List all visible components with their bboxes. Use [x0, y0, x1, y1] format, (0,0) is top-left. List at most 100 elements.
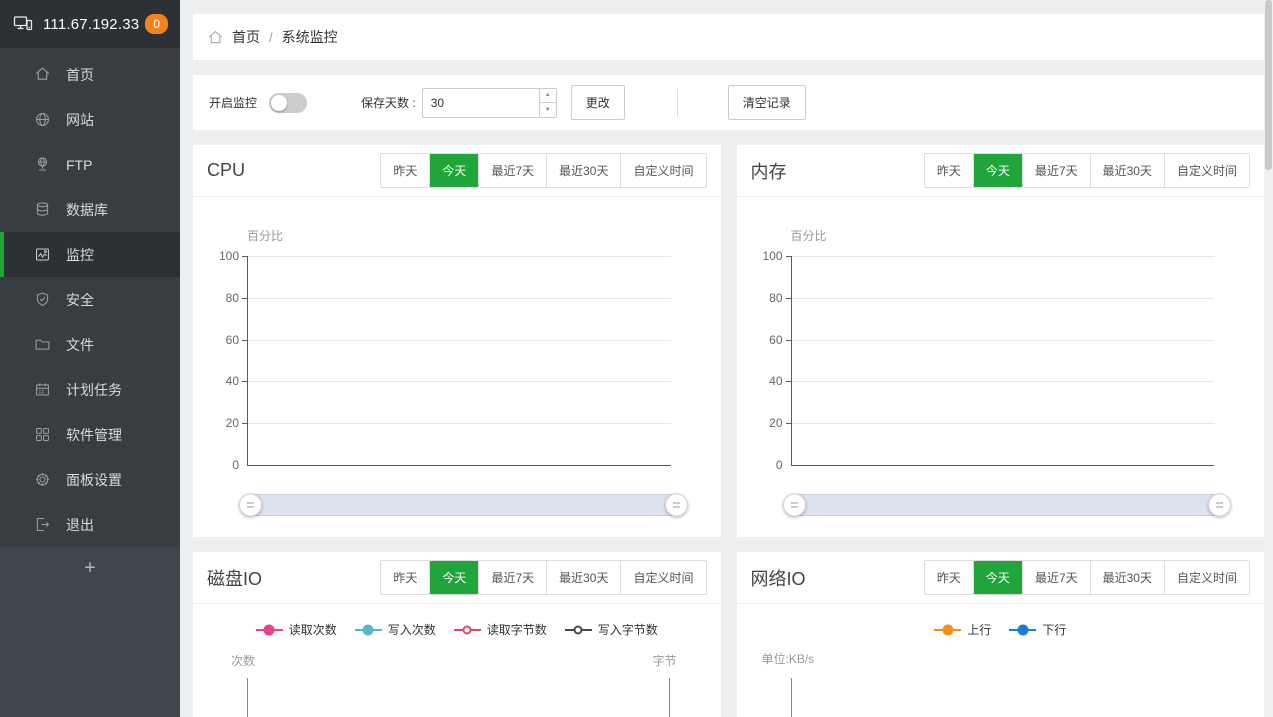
- memory-panel-header: 内存 昨天 今天 最近7天 最近30天 自定义时间: [737, 145, 1265, 197]
- legend-item-write-bytes[interactable]: 写入字节数: [565, 621, 658, 638]
- time-range-today[interactable]: 今天: [429, 561, 478, 594]
- y-tick: 100: [762, 249, 782, 263]
- message-count-badge[interactable]: 0: [145, 14, 168, 34]
- disk-io-panel-header: 磁盘IO 昨天 今天 最近7天 最近30天 自定义时间: [193, 552, 721, 604]
- breadcrumb-current-page: 系统监控: [282, 27, 338, 47]
- time-range-yesterday[interactable]: 昨天: [925, 154, 973, 187]
- legend-item-write-count[interactable]: 写入次数: [355, 621, 436, 638]
- sidebar: 111.67.192.33 0 首页 网站 FTP 数据库 监控 安全: [0, 0, 180, 717]
- sidebar-item-label: 监控: [66, 245, 94, 265]
- y-tick: 80: [226, 291, 239, 305]
- memory-y-axis-name: 百分比: [791, 227, 827, 244]
- time-range-yesterday[interactable]: 昨天: [381, 561, 429, 594]
- cpu-panel-title: CPU: [207, 160, 245, 181]
- sidebar-item-website[interactable]: 网站: [0, 97, 180, 142]
- datazoom-right-handle[interactable]: [1208, 494, 1231, 517]
- sidebar-item-settings[interactable]: 面板设置: [0, 457, 180, 502]
- server-monitor-icon: [12, 14, 34, 34]
- sidebar-item-label: 计划任务: [66, 380, 122, 400]
- toolbar-divider: [677, 89, 678, 117]
- sidebar-item-label: 安全: [66, 290, 94, 310]
- time-range-30days[interactable]: 最近30天: [546, 561, 620, 594]
- change-button[interactable]: 更改: [571, 85, 625, 120]
- time-range-custom[interactable]: 自定义时间: [1164, 561, 1249, 594]
- time-range-7days[interactable]: 最近7天: [1022, 561, 1090, 594]
- datazoom-left-handle[interactable]: [239, 494, 262, 517]
- sidebar-item-files[interactable]: 文件: [0, 322, 180, 367]
- sidebar-item-cron[interactable]: 计划任务: [0, 367, 180, 412]
- time-range-custom[interactable]: 自定义时间: [620, 154, 705, 187]
- disk-io-time-range-group: 昨天 今天 最近7天 最近30天 自定义时间: [380, 560, 706, 595]
- main-content: 首页 / 系统监控 开启监控 保存天数 : ▲ ▼ 更改 清空记录 CPU 昨天…: [180, 0, 1273, 717]
- spinner-down-icon[interactable]: ▼: [540, 103, 556, 117]
- cpu-y-axis-name: 百分比: [247, 227, 283, 244]
- time-range-30days[interactable]: 最近30天: [546, 154, 620, 187]
- legend-item-read-bytes[interactable]: 读取字节数: [454, 621, 547, 638]
- grid-icon: [34, 426, 51, 443]
- time-range-7days[interactable]: 最近7天: [478, 154, 546, 187]
- sidebar-item-label: 首页: [66, 65, 94, 85]
- sidebar-item-home[interactable]: 首页: [0, 52, 180, 97]
- time-range-7days[interactable]: 最近7天: [478, 561, 546, 594]
- sidebar-item-security[interactable]: 安全: [0, 277, 180, 322]
- network-io-legend: 上行 下行: [737, 621, 1265, 638]
- toggle-knob: [271, 95, 287, 111]
- time-range-yesterday[interactable]: 昨天: [381, 154, 429, 187]
- page-scrollbar: [1264, 0, 1273, 717]
- save-days-field-wrap: ▲ ▼: [422, 88, 557, 118]
- time-range-30days[interactable]: 最近30天: [1090, 561, 1164, 594]
- sidebar-nav: 首页 网站 FTP 数据库 监控 安全 文件 计划任务: [0, 48, 180, 547]
- sidebar-item-monitor[interactable]: 监控: [0, 232, 180, 277]
- logout-icon: [34, 516, 51, 533]
- breadcrumb-separator: /: [269, 30, 273, 45]
- home-icon: [207, 29, 224, 46]
- breadcrumb-home-link[interactable]: 首页: [232, 27, 260, 47]
- scrollbar-thumb[interactable]: [1265, 0, 1272, 170]
- sidebar-item-logout[interactable]: 退出: [0, 502, 180, 547]
- time-range-30days[interactable]: 最近30天: [1090, 154, 1164, 187]
- legend-item-download[interactable]: 下行: [1009, 621, 1066, 638]
- breadcrumb: 首页 / 系统监控: [193, 14, 1264, 60]
- y-tick: 100: [219, 249, 239, 263]
- y-tick: 40: [226, 374, 239, 388]
- monitor-toggle-label: 开启监控: [209, 94, 257, 111]
- clear-records-button[interactable]: 清空记录: [728, 85, 806, 120]
- time-range-yesterday[interactable]: 昨天: [925, 561, 973, 594]
- time-range-today[interactable]: 今天: [973, 561, 1022, 594]
- time-range-custom[interactable]: 自定义时间: [620, 561, 705, 594]
- disk-io-left-axis-name: 次数: [231, 652, 255, 669]
- disk-io-chart: 读取次数 写入次数 读取字节数 写入字节数 次数: [193, 604, 721, 717]
- cpu-panel-header: CPU 昨天 今天 最近7天 最近30天 自定义时间: [193, 145, 721, 197]
- shield-icon: [34, 291, 51, 308]
- sidebar-item-software[interactable]: 软件管理: [0, 412, 180, 457]
- monitor-toggle[interactable]: [269, 93, 307, 113]
- memory-plot-area: 100 80 60 40 20 0: [791, 256, 1215, 466]
- y-tick: 0: [776, 458, 783, 472]
- legend-item-read-count[interactable]: 读取次数: [256, 621, 337, 638]
- memory-datazoom-slider[interactable]: [794, 494, 1221, 516]
- gear-icon: [34, 471, 51, 488]
- sidebar-item-ftp[interactable]: FTP: [0, 142, 180, 187]
- legend-marker: [463, 625, 472, 634]
- legend-item-upload[interactable]: 上行: [934, 621, 991, 638]
- time-range-today[interactable]: 今天: [973, 154, 1022, 187]
- cpu-panel: CPU 昨天 今天 最近7天 最近30天 自定义时间 百分比 100 80 60: [193, 145, 721, 537]
- monitor-chart-icon: [34, 246, 51, 263]
- y-tick: 0: [232, 458, 239, 472]
- save-days-input[interactable]: [422, 88, 557, 118]
- sidebar-item-database[interactable]: 数据库: [0, 187, 180, 232]
- legend-marker: [574, 625, 583, 634]
- disk-io-left-axis-line: [247, 678, 248, 717]
- legend-marker: [942, 624, 953, 635]
- datazoom-right-handle[interactable]: [665, 494, 688, 517]
- datazoom-left-handle[interactable]: [783, 494, 806, 517]
- time-range-7days[interactable]: 最近7天: [1022, 154, 1090, 187]
- time-range-custom[interactable]: 自定义时间: [1164, 154, 1249, 187]
- sidebar-item-label: 网站: [66, 110, 94, 130]
- cpu-datazoom-slider[interactable]: [250, 494, 677, 516]
- time-range-today[interactable]: 今天: [429, 154, 478, 187]
- add-menu-button[interactable]: +: [74, 557, 106, 579]
- network-io-panel-header: 网络IO 昨天 今天 最近7天 最近30天 自定义时间: [737, 552, 1265, 604]
- spinner-up-icon[interactable]: ▲: [540, 89, 556, 104]
- y-tick: 80: [769, 291, 782, 305]
